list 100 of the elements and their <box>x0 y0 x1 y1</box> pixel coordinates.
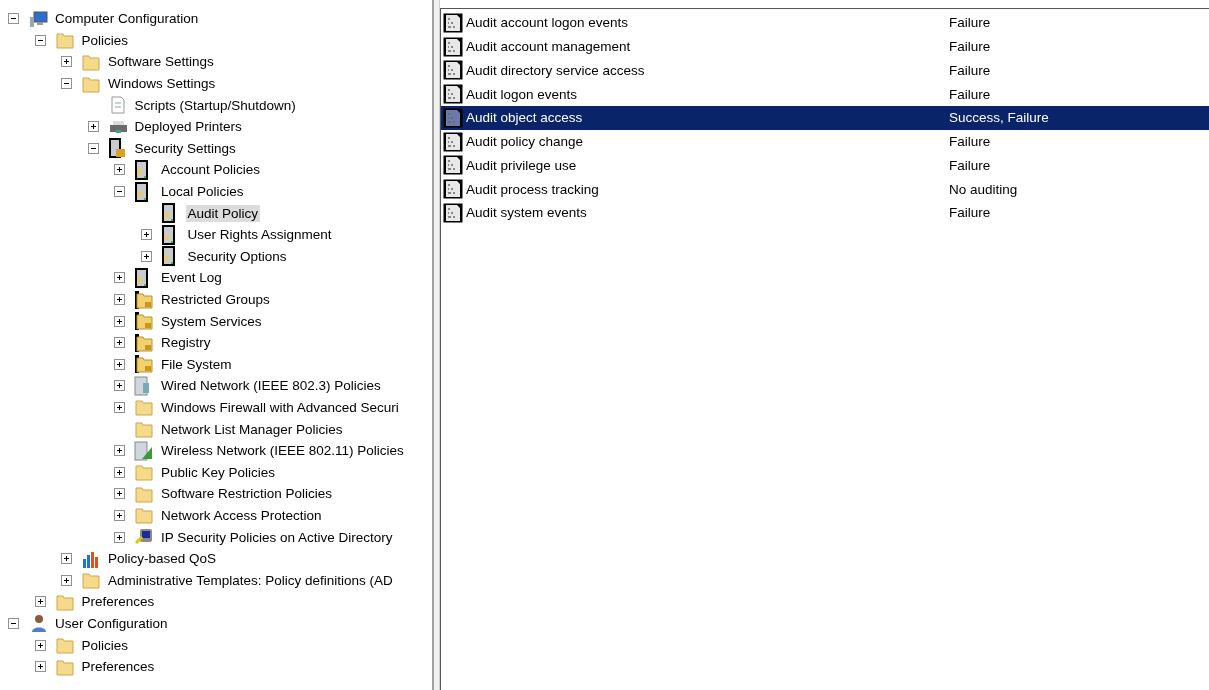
tree-item[interactable]: Network Access Protection <box>159 506 324 524</box>
expand-toggle[interactable] <box>114 164 125 176</box>
policy-row[interactable]: Audit process tracking No auditing <box>441 177 1209 201</box>
expand-toggle[interactable] <box>114 402 125 413</box>
locked-folder-icon <box>134 354 154 375</box>
expand-toggle[interactable] <box>114 380 125 392</box>
policy-row[interactable]: Audit account management Failure <box>441 34 1209 59</box>
tree-item[interactable]: User Configuration <box>53 614 170 632</box>
expand-toggle[interactable] <box>61 574 72 586</box>
policy-row[interactable]: Audit privilege use Failure <box>441 153 1209 178</box>
policy-name: Audit account management <box>466 39 632 55</box>
expand-toggle[interactable] <box>114 445 125 457</box>
expand-toggle[interactable] <box>61 56 72 68</box>
expand-toggle[interactable] <box>61 553 72 565</box>
expand-toggle[interactable] <box>114 466 125 478</box>
tree-item[interactable]: Local Policies <box>159 183 246 201</box>
tree-item[interactable]: Public Key Policies <box>159 463 278 481</box>
folder-icon <box>134 397 154 418</box>
collapse-toggle[interactable] <box>87 142 99 154</box>
tree-item[interactable]: Wired Network (IEEE 802.3) Policies <box>159 377 383 395</box>
tree-item[interactable]: Account Policies <box>159 161 263 179</box>
binary-document-icon <box>443 155 463 176</box>
policy-row[interactable]: Audit account logon events Failure <box>441 11 1209 35</box>
tree-item[interactable]: Windows Firewall with Advanced Securi <box>159 399 401 416</box>
folder-icon <box>81 570 101 591</box>
expand-toggle[interactable] <box>140 229 152 241</box>
expand-toggle[interactable] <box>114 531 125 543</box>
tree-item[interactable]: Computer Configuration <box>53 10 201 28</box>
tree-item[interactable]: Preferences <box>79 658 157 676</box>
policy-row[interactable]: Audit logon events Failure <box>441 82 1209 106</box>
expand-toggle[interactable] <box>140 250 152 262</box>
tree-item[interactable]: IP Security Policies on Active Directory <box>159 528 395 546</box>
tree-item[interactable]: Security Options <box>185 247 289 265</box>
tree-item[interactable]: System Services <box>159 312 264 330</box>
policy-setting: Success, Failure <box>949 110 1049 126</box>
tree-item[interactable]: Policies <box>79 31 131 49</box>
binary-document-icon <box>443 202 463 223</box>
tree-item[interactable]: Security Settings <box>132 139 238 157</box>
expand-toggle[interactable] <box>114 509 125 521</box>
binary-document-icon <box>443 107 463 128</box>
locked-folder-icon <box>134 311 154 332</box>
expand-toggle[interactable] <box>87 121 99 133</box>
policy-row[interactable]: Audit object access Success, Failure <box>441 106 1209 130</box>
policy-setting: Failure <box>949 15 991 31</box>
policy-row[interactable]: Audit directory service access Failure <box>441 58 1209 83</box>
expand-toggle[interactable] <box>114 315 125 327</box>
policy-name: Audit process tracking <box>466 181 600 197</box>
policy-row[interactable]: Audit system events Failure <box>441 201 1209 225</box>
expand-toggle[interactable] <box>34 639 46 651</box>
expand-toggle[interactable] <box>34 596 46 608</box>
tree-item[interactable]: Registry <box>159 334 213 352</box>
tree-item[interactable]: Deployed Printers <box>132 118 244 136</box>
tree-item[interactable]: Policy-based QoS <box>106 550 219 568</box>
collapse-toggle[interactable] <box>114 186 125 198</box>
policy-name: Audit object access <box>466 110 584 126</box>
binary-document-icon <box>443 12 463 33</box>
tree-item[interactable]: Network List Manager Policies <box>159 420 345 438</box>
expand-toggle[interactable] <box>114 358 125 370</box>
folder-icon <box>134 462 154 483</box>
binary-document-icon <box>443 179 463 200</box>
policy-row[interactable]: Audit policy change Failure <box>441 129 1209 154</box>
policy-setting: Failure <box>949 205 991 221</box>
tree-item[interactable]: File System <box>159 355 234 373</box>
tree-item[interactable]: Scripts (Startup/Shutdown) <box>132 96 298 114</box>
computer-icon <box>28 8 48 29</box>
policy-name: Audit logon events <box>466 86 579 102</box>
expand-toggle[interactable] <box>34 661 46 673</box>
folder-icon <box>134 505 154 526</box>
tree-item[interactable]: Software Restriction Policies <box>159 485 335 503</box>
binary-document-icon <box>443 60 463 81</box>
expand-toggle[interactable] <box>114 488 125 500</box>
expand-toggle[interactable] <box>114 337 125 349</box>
lock-server-icon <box>107 138 128 159</box>
tree-item[interactable]: Policies <box>79 636 131 654</box>
wireless-icon <box>134 440 154 461</box>
tree-item[interactable]: Administrative Templates: Policy definitions (AD <box>106 571 395 589</box>
policy-name: Audit system events <box>466 205 588 221</box>
tree-item[interactable]: Wireless Network (IEEE 802.11) Policies <box>159 442 406 460</box>
collapse-toggle[interactable] <box>8 13 19 25</box>
folder-icon <box>134 419 154 440</box>
folder-icon <box>54 635 75 655</box>
locked-folder-icon <box>134 289 154 310</box>
expand-toggle[interactable] <box>114 294 125 305</box>
tree-item[interactable]: Preferences <box>79 593 157 611</box>
tree-item[interactable]: Event Log <box>159 269 224 287</box>
tree-item[interactable]: Software Settings <box>106 53 216 71</box>
policy-setting: Failure <box>949 39 991 55</box>
tree-item[interactable]: Windows Settings <box>106 75 218 93</box>
expand-toggle[interactable] <box>114 272 125 284</box>
folder-icon <box>81 52 101 72</box>
policy-name: Audit directory service access <box>466 62 646 78</box>
tree-item[interactable]: Restricted Groups <box>159 291 272 308</box>
tree-item[interactable]: User Rights Assignment <box>185 226 334 244</box>
policy-name: Audit account logon events <box>466 15 630 31</box>
folder-icon <box>54 30 75 51</box>
policy-setting: Failure <box>949 86 991 102</box>
collapse-toggle[interactable] <box>34 34 46 46</box>
tree-item[interactable]: Audit Policy <box>185 204 261 222</box>
collapse-toggle[interactable] <box>8 617 19 629</box>
collapse-toggle[interactable] <box>61 78 72 90</box>
